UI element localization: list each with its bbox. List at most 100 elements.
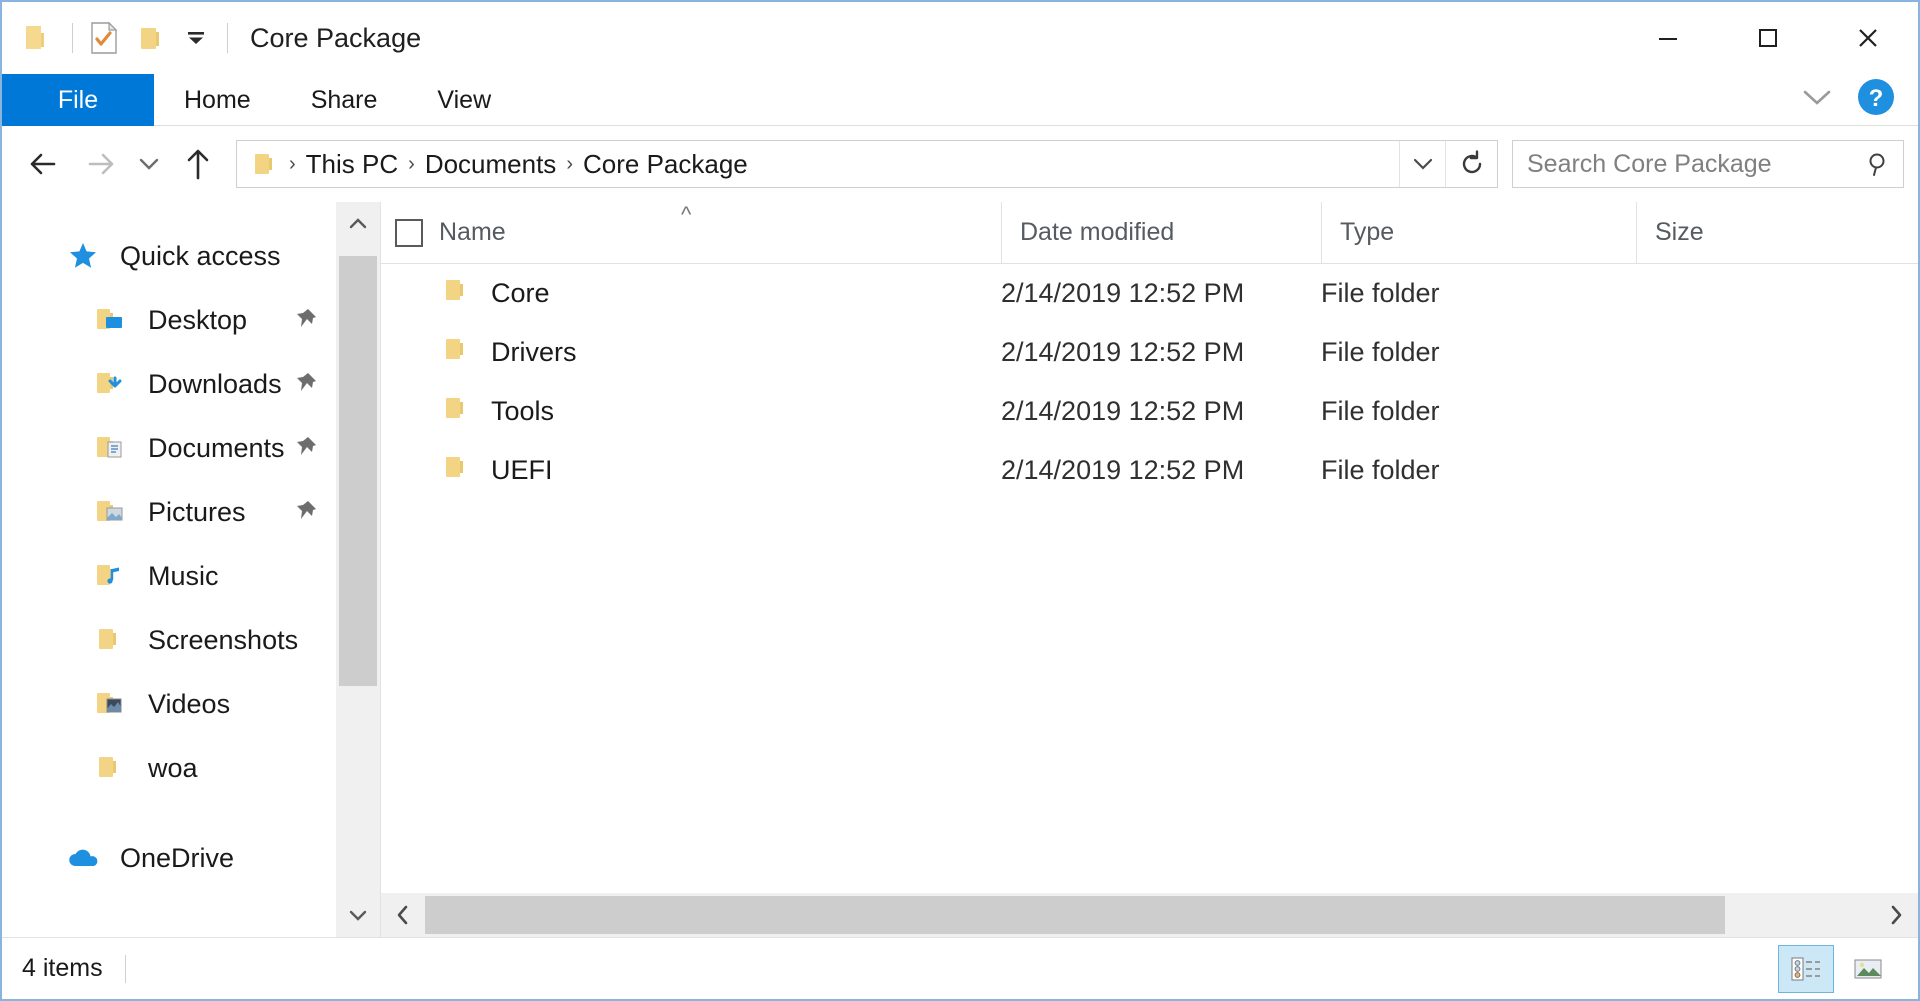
breadcrumb-bar[interactable]: › This PC › Documents › Core Package: [236, 140, 1498, 188]
file-type-cell: File folder: [1321, 278, 1440, 308]
pin-icon[interactable]: [292, 499, 318, 525]
explorer-window: Core Package File Home Share View ? › Th…: [0, 0, 1920, 1001]
pin-icon[interactable]: [292, 371, 318, 397]
explorer-body: Quick access Desktop Downloads Documents…: [2, 201, 1918, 937]
file-date-cell: 2/14/2019 12:52 PM: [1001, 455, 1245, 485]
maximize-button[interactable]: [1718, 2, 1818, 74]
scroll-up-button[interactable]: [336, 202, 380, 246]
ribbon-spacer: [521, 74, 1800, 125]
tab-view[interactable]: View: [407, 74, 521, 126]
previous-locations-icon[interactable]: [1399, 141, 1445, 187]
help-icon[interactable]: ?: [1856, 77, 1896, 122]
customize-qat-icon[interactable]: [173, 15, 219, 61]
folder-icon: [88, 753, 134, 783]
refresh-icon[interactable]: [1445, 141, 1497, 187]
svg-text:?: ?: [1869, 85, 1884, 112]
column-header-name[interactable]: Name ^: [381, 202, 1001, 264]
select-all-checkbox[interactable]: [395, 218, 423, 247]
sidebar-item-documents[interactable]: Documents: [2, 416, 336, 480]
sidebar-item-downloads[interactable]: Downloads: [2, 352, 336, 416]
chevron-down-icon[interactable]: [1800, 86, 1834, 113]
sidebar-item-label: Pictures: [148, 496, 246, 527]
new-folder-icon[interactable]: [127, 15, 173, 61]
search-icon[interactable]: [1849, 150, 1909, 178]
breadcrumb-item-documents[interactable]: Documents: [419, 149, 563, 180]
breadcrumb-separator: ›: [289, 152, 296, 175]
column-header-size[interactable]: Size: [1636, 201, 1918, 264]
scroll-left-button[interactable]: [381, 893, 425, 937]
sidebar-item-label: Downloads: [148, 368, 282, 399]
sidebar-item-desktop[interactable]: Desktop: [2, 288, 336, 352]
status-bar: 4 items: [2, 937, 1918, 999]
qat-separator: [72, 23, 73, 53]
file-type-cell: File folder: [1321, 455, 1440, 485]
tab-file[interactable]: File: [2, 74, 154, 126]
tab-share[interactable]: Share: [281, 74, 408, 126]
folder-icon[interactable]: [18, 15, 64, 61]
star-icon: [60, 240, 106, 272]
minimize-button[interactable]: [1618, 2, 1718, 74]
tab-home[interactable]: Home: [154, 74, 281, 126]
column-header-label: Type: [1340, 218, 1395, 246]
folder-icon: [443, 394, 471, 429]
quick-access-toolbar: Core Package: [2, 15, 421, 61]
status-separator: [124, 954, 126, 983]
navigation-pane-scrollbar[interactable]: [336, 202, 380, 937]
sidebar-item-quick-access[interactable]: Quick access: [2, 224, 336, 288]
videos-folder-icon: [88, 689, 134, 719]
window-controls: [1618, 2, 1918, 74]
pin-icon[interactable]: [292, 435, 318, 461]
details-view-button[interactable]: [1778, 944, 1834, 993]
table-row[interactable]: Tools 2/14/2019 12:52 PM File folder: [381, 382, 1918, 441]
file-name: Core: [491, 278, 550, 308]
sidebar-item-screenshots[interactable]: Screenshots: [2, 608, 336, 672]
scrollbar-thumb[interactable]: [339, 256, 377, 686]
file-name-cell[interactable]: Core: [381, 276, 1001, 311]
file-name-cell[interactable]: UEFI: [381, 453, 1001, 488]
title-separator: [227, 23, 228, 53]
column-header-label: Date modified: [1020, 218, 1175, 246]
up-button[interactable]: [170, 136, 226, 192]
file-type-cell: File folder: [1321, 396, 1440, 426]
scrollbar-thumb[interactable]: [425, 896, 1725, 934]
scroll-right-button[interactable]: [1874, 893, 1918, 937]
scrollbar-track[interactable]: [425, 893, 1874, 937]
table-row[interactable]: UEFI 2/14/2019 12:52 PM File folder: [381, 441, 1918, 500]
search-input[interactable]: [1513, 149, 1849, 179]
scroll-down-button[interactable]: [336, 893, 380, 937]
properties-icon[interactable]: [81, 15, 127, 61]
column-header-date-modified[interactable]: Date modified: [1001, 201, 1321, 264]
breadcrumb-item-core-package[interactable]: Core Package: [577, 149, 754, 180]
file-date-cell: 2/14/2019 12:52 PM: [1001, 396, 1245, 426]
search-box[interactable]: [1512, 140, 1904, 188]
sidebar-item-woa[interactable]: woa: [2, 736, 336, 800]
file-name: Tools: [491, 396, 555, 426]
table-row[interactable]: Core 2/14/2019 12:52 PM File folder: [381, 264, 1918, 323]
sidebar-item-music[interactable]: Music: [2, 544, 336, 608]
back-button[interactable]: [16, 136, 72, 192]
forward-button[interactable]: [72, 136, 128, 192]
sort-ascending-icon: ^: [681, 201, 692, 227]
scrollbar-track[interactable]: [336, 246, 380, 893]
sidebar-item-videos[interactable]: Videos: [2, 672, 336, 736]
file-name: UEFI: [491, 455, 553, 485]
sidebar-item-pictures[interactable]: Pictures: [2, 480, 336, 544]
recent-locations-icon[interactable]: [128, 136, 170, 192]
column-header-type[interactable]: Type: [1321, 201, 1636, 264]
file-name-cell[interactable]: Tools: [381, 394, 1001, 429]
sidebar-item-label: Documents: [148, 432, 285, 463]
close-button[interactable]: [1818, 2, 1918, 74]
sidebar-item-label: Videos: [148, 688, 231, 719]
item-count-label: 4 items: [22, 954, 103, 982]
sidebar-item-onedrive[interactable]: OneDrive: [2, 826, 336, 890]
file-name-cell[interactable]: Drivers: [381, 335, 1001, 370]
table-row[interactable]: Drivers 2/14/2019 12:52 PM File folder: [381, 323, 1918, 382]
file-list-horizontal-scrollbar[interactable]: [381, 893, 1918, 937]
large-icons-view-button[interactable]: [1840, 945, 1896, 993]
onedrive-cloud-icon: [60, 846, 106, 870]
sidebar-item-label: OneDrive: [120, 842, 235, 873]
breadcrumb: › This PC › Documents › Core Package: [285, 149, 1399, 180]
pin-icon[interactable]: [292, 307, 318, 333]
column-header-label: Size: [1655, 218, 1704, 246]
breadcrumb-item-this-pc[interactable]: This PC: [300, 149, 404, 180]
